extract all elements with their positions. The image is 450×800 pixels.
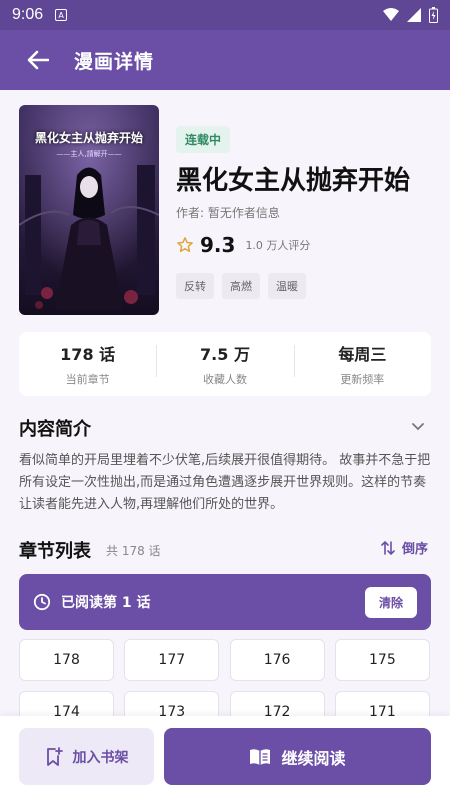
tag-list: 反转 高燃 温暖	[176, 273, 306, 299]
continue-reading-button[interactable]: 继续阅读	[164, 728, 431, 785]
clear-progress-button[interactable]: 清除	[364, 586, 417, 618]
continue-reading-label: 继续阅读	[281, 748, 346, 768]
page-title: 漫画详情	[74, 50, 155, 73]
status-bar: 9:06 A	[0, 0, 450, 30]
notification-icon: A	[55, 9, 68, 21]
expand-intro-button[interactable]	[410, 418, 426, 438]
sort-label: 倒序	[402, 542, 429, 557]
rating-count: 1.0 万人评分	[245, 239, 311, 252]
stat-favorites: 7.5 万 收藏人数	[156, 341, 293, 387]
intro-text: 看似简单的开局里埋着不少伏笔,后续展开很值得期待。 故事并不急于把所有设定一次性…	[19, 453, 431, 512]
app-bar: 漫画详情	[0, 30, 450, 90]
signal-icon	[407, 8, 421, 22]
intro-section-title: 内容简介	[19, 419, 91, 440]
status-time: 9:06	[12, 6, 44, 23]
book-open-icon	[250, 748, 271, 765]
chevron-down-icon	[412, 423, 424, 431]
stats-card: 178 话 当前章节 7.5 万 收藏人数 每周三 更新频率	[19, 332, 431, 396]
chapter-item[interactable]: 176	[229, 639, 325, 681]
chapter-list-title: 章节列表	[19, 541, 91, 562]
stat-label: 收藏人数	[202, 373, 247, 386]
sort-order-button[interactable]: 倒序	[380, 538, 428, 557]
chapter-count: 共 178 话	[106, 544, 161, 558]
add-to-shelf-button[interactable]: 加入书架	[19, 728, 154, 785]
stat-label: 当前章节	[65, 373, 110, 386]
read-progress-text: 已阅读第 1 话	[61, 595, 151, 611]
chapter-item[interactable]: 177	[124, 639, 220, 681]
stat-chapters: 178 话 当前章节	[19, 341, 156, 387]
wifi-icon	[383, 8, 399, 21]
bottom-action-bar: 加入书架 继续阅读	[0, 716, 450, 800]
comic-title: 黑化女主从抛弃开始	[176, 166, 411, 196]
back-button[interactable]	[24, 46, 52, 74]
stat-value: 178 话	[60, 345, 116, 364]
author-info: 作者: 暂无作者信息	[176, 206, 280, 220]
add-to-shelf-label: 加入书架	[72, 749, 129, 766]
stat-label: 更新频率	[340, 373, 385, 386]
rating-row: 9.3 1.0 万人评分	[176, 233, 310, 257]
cover-title-text: 黑化女主从抛弃开始	[34, 131, 143, 145]
stat-frequency: 每周三 更新频率	[293, 341, 431, 387]
comic-cover: 黑化女主从抛弃开始 ——主人,請解开——	[19, 105, 159, 315]
chapter-item[interactable]: 178	[19, 639, 114, 681]
tag[interactable]: 温暖	[268, 273, 306, 299]
clock-icon	[33, 593, 51, 611]
star-icon	[177, 237, 193, 253]
cover-subtitle-text: ——主人,請解开——	[56, 150, 122, 158]
battery-icon	[429, 7, 438, 23]
sort-icon	[381, 540, 395, 555]
read-progress-bar[interactable]: 已阅读第 1 话 清除	[19, 574, 431, 630]
stat-value: 每周三	[338, 345, 387, 364]
serial-status-badge: 连载中	[176, 126, 231, 153]
bookmark-add-icon	[46, 746, 63, 766]
tag[interactable]: 高燃	[222, 273, 260, 299]
tag[interactable]: 反转	[176, 273, 214, 299]
chapter-item[interactable]: 175	[334, 639, 430, 681]
rating-score: 9.3	[200, 233, 236, 257]
arrow-left-icon	[27, 50, 49, 70]
stat-value: 7.5 万	[200, 345, 250, 364]
